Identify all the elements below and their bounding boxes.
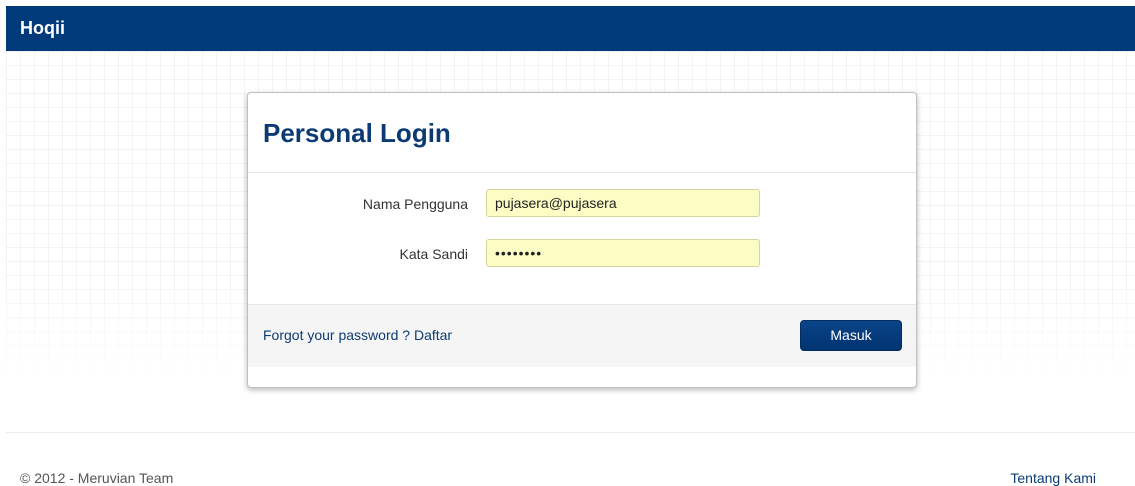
login-card: Personal Login Nama Pengguna Kata Sandi … [247, 92, 917, 388]
page-footer-divider [6, 432, 1135, 433]
about-us-link[interactable]: Tentang Kami [1010, 470, 1096, 486]
username-input[interactable] [486, 189, 760, 217]
login-button[interactable]: Masuk [800, 320, 902, 351]
footer-links: Forgot your password ? Daftar [263, 327, 452, 343]
copyright-text: © 2012 - Meruvian Team [20, 470, 174, 486]
login-card-footer: Forgot your password ? Daftar Masuk [248, 304, 916, 367]
forgot-password-link[interactable]: Forgot your password ? [263, 327, 410, 343]
username-label: Nama Pengguna [362, 196, 468, 212]
password-input[interactable] [486, 239, 760, 267]
login-title: Personal Login [263, 118, 451, 148]
card-header-divider [248, 172, 916, 173]
top-navbar: Hoqii [6, 6, 1135, 51]
brand-logo-link[interactable]: Hoqii [20, 17, 65, 39]
register-link[interactable]: Daftar [414, 327, 452, 343]
password-label: Kata Sandi [399, 246, 469, 262]
